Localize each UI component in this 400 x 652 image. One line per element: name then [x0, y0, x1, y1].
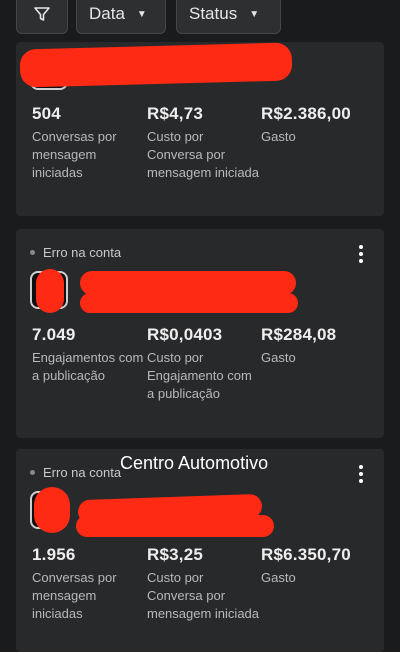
- metric-label: Conversas por mensagem iniciadas: [32, 570, 117, 621]
- metric-results: 1.956 Conversas por mensagem iniciadas: [32, 545, 144, 623]
- status-filter-label: Status: [189, 4, 238, 23]
- status-dot-icon: [30, 470, 35, 475]
- redaction-mark: [80, 293, 298, 313]
- filter-icon: [34, 7, 50, 21]
- filter-bar: Data ▼ Status ▼: [0, 0, 400, 36]
- metric-results: 504 Conversas por mensagem iniciadas: [32, 104, 144, 182]
- status-filter-dropdown[interactable]: Status ▼: [176, 0, 281, 34]
- account-status: Erro na conta: [30, 465, 121, 480]
- redaction-mark: [34, 487, 70, 533]
- filter-button[interactable]: [16, 0, 68, 34]
- metric-spend: R$284,08 Gasto: [261, 325, 373, 367]
- metric-value: R$2.386,00: [261, 104, 351, 123]
- metric-value: R$284,08: [261, 325, 337, 344]
- metric-value: R$6.350,70: [261, 545, 351, 564]
- caret-down-icon: ▼: [136, 8, 147, 20]
- metric-cost: R$3,25 Custo por Conversa por mensagem i…: [147, 545, 259, 623]
- campaign-card[interactable]: Erro na conta 7.049 Engajamentos com a p…: [16, 229, 384, 438]
- metric-cost: R$0,0403 Custo por Engajamento com a pub…: [147, 325, 259, 403]
- metric-value: R$3,25: [147, 545, 204, 564]
- metric-value: R$0,0403: [147, 325, 223, 344]
- metric-value: 1.956: [32, 545, 76, 564]
- metric-spend: R$6.350,70 Gasto: [261, 545, 373, 587]
- metric-spend: R$2.386,00 Gasto: [261, 104, 373, 146]
- more-vert-icon: [359, 245, 363, 249]
- redaction-mark: [80, 271, 296, 295]
- metric-label: Custo por Conversa por mensagem iniciada: [147, 129, 260, 180]
- metric-cost: R$4,73 Custo por Conversa por mensagem i…: [147, 104, 259, 182]
- metric-value: 504: [32, 104, 61, 123]
- campaign-card[interactable]: 504 Conversas por mensagem iniciadas R$4…: [16, 42, 384, 216]
- metric-label: Conversas por mensagem iniciadas: [32, 129, 117, 180]
- campaign-card[interactable]: Erro na conta 1.956 Conversas por mensag…: [16, 449, 384, 652]
- more-options-button[interactable]: [358, 245, 364, 263]
- caret-down-icon: ▼: [249, 8, 260, 20]
- metric-results: 7.049 Engajamentos com a publicação: [32, 325, 144, 385]
- date-filter-label: Data: [89, 4, 125, 23]
- overlay-caption: Centro Automotivo: [120, 453, 269, 473]
- metric-label: Gasto: [261, 570, 296, 585]
- redaction-mark: [19, 42, 293, 88]
- metric-label: Custo por Engajamento com a publicação: [147, 350, 252, 401]
- metric-label: Gasto: [261, 129, 296, 144]
- account-status: Erro na conta: [30, 245, 121, 260]
- more-options-button[interactable]: [358, 465, 364, 483]
- more-vert-icon: [359, 465, 363, 469]
- account-status-text: Erro na conta: [43, 465, 122, 480]
- metric-value: 7.049: [32, 325, 76, 344]
- status-dot-icon: [30, 250, 35, 255]
- metric-value: R$4,73: [147, 104, 204, 123]
- date-filter-dropdown[interactable]: Data ▼: [76, 0, 166, 34]
- redaction-mark: [36, 269, 64, 313]
- metric-label: Gasto: [261, 350, 296, 365]
- metric-label: Custo por Conversa por mensagem iniciada: [147, 570, 260, 621]
- redaction-mark: [76, 515, 274, 537]
- account-status-text: Erro na conta: [43, 245, 122, 260]
- metric-label: Engajamentos com a publicação: [32, 350, 144, 383]
